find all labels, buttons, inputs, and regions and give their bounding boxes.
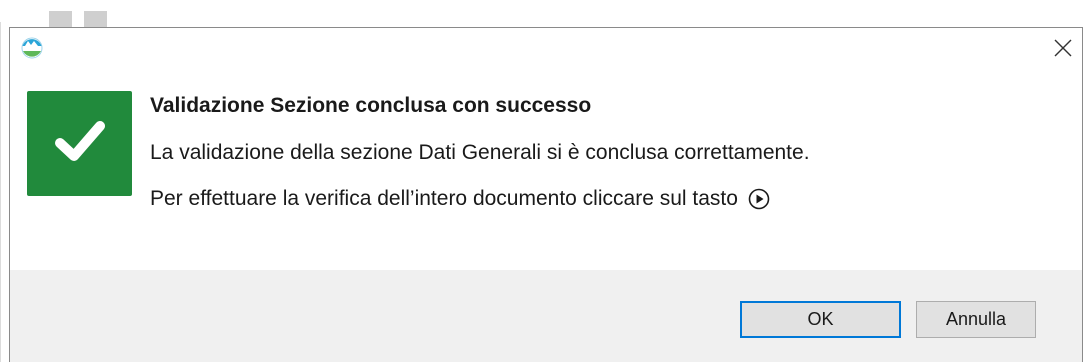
play-circle-icon: [748, 188, 770, 210]
background-edge: [0, 22, 1, 362]
app-logo-icon: [21, 37, 43, 59]
validation-dialog: Validazione Sezione conclusa con success…: [9, 27, 1083, 362]
dialog-titlebar: [10, 28, 1082, 73]
background-tab: [84, 11, 107, 27]
ok-button[interactable]: OK: [740, 301, 901, 338]
background-tab: [49, 11, 72, 27]
message-line-1: La validazione della sezione Dati Genera…: [150, 141, 810, 164]
success-badge: [27, 91, 132, 196]
message-line-2: Per effettuare la verifica dell’intero d…: [150, 187, 770, 211]
dialog-title: Validazione Sezione conclusa con success…: [150, 94, 592, 117]
cancel-button[interactable]: Annulla: [916, 301, 1036, 338]
close-icon: [1054, 39, 1072, 62]
check-icon: [50, 111, 110, 176]
dialog-content: Validazione Sezione conclusa con success…: [10, 73, 1082, 270]
message-line-2-text: Per effettuare la verifica dell’intero d…: [150, 187, 738, 210]
close-button[interactable]: [1046, 34, 1080, 66]
dialog-footer: OK Annulla: [10, 270, 1082, 362]
